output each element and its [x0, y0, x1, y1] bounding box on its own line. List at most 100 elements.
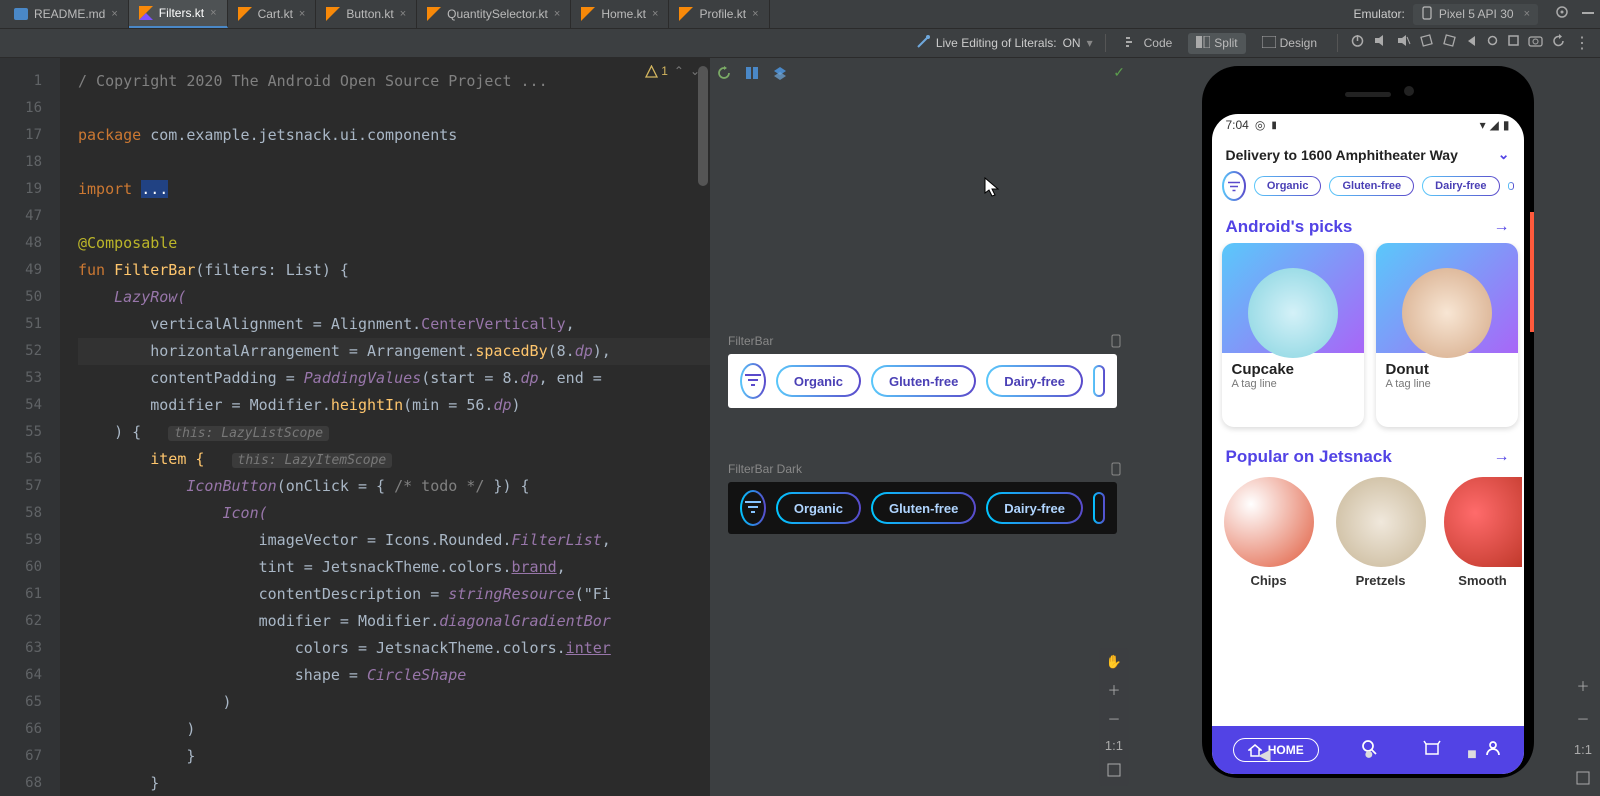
snack-card[interactable]: Cupcake A tag line	[1222, 243, 1364, 427]
vertical-scrollbar[interactable]	[698, 66, 708, 186]
zoom-in-icon[interactable]: ＋	[1107, 680, 1120, 699]
filter-chip[interactable]: Dairy-free	[986, 492, 1083, 524]
markdown-icon	[14, 7, 28, 21]
fit-icon[interactable]	[1107, 763, 1121, 780]
signal-icon: ◢	[1490, 118, 1499, 132]
view-code-button[interactable]: Code	[1118, 33, 1181, 54]
tab-label: Button.kt	[346, 7, 393, 21]
popular-carousel[interactable]: Chips Pretzels Smooth	[1212, 473, 1524, 596]
filter-chip[interactable]: Gluten-free	[871, 492, 976, 524]
live-editing-toggle[interactable]: Live Editing of Literals: ON ▾	[916, 35, 1093, 52]
rotate-left-icon[interactable]	[1419, 33, 1434, 53]
device-icon[interactable]	[1109, 334, 1123, 348]
delivery-address-selector[interactable]: Delivery to 1600 Amphitheater Way ⌄	[1212, 136, 1524, 171]
close-icon[interactable]: ×	[1524, 8, 1530, 20]
section-header-picks[interactable]: Android's picks →	[1212, 211, 1524, 243]
filter-chip-partial[interactable]	[1093, 365, 1105, 397]
device-frame: 7:04 ◎ ▮ ▾ ◢ ▮ Delivery to 1600 Amphithe…	[1202, 66, 1534, 778]
code-editor[interactable]: 1161718194748495051525354555657585960616…	[0, 58, 710, 796]
home-nav-icon[interactable]	[1486, 34, 1499, 52]
device-icon[interactable]	[1109, 462, 1123, 476]
filter-chip[interactable]: Organic	[776, 492, 861, 524]
power-icon[interactable]	[1350, 33, 1365, 53]
snack-card[interactable]: Donut A tag line	[1376, 243, 1518, 427]
zoom-11-button[interactable]: 1:1	[1574, 742, 1592, 757]
android-nav-buttons: ◀ ● ■	[1212, 740, 1524, 770]
zoom-out-icon[interactable]: －	[1576, 709, 1589, 728]
filter-chip[interactable]: Gluten-free	[1329, 176, 1414, 196]
tab-home[interactable]: Home.kt ×	[571, 0, 669, 28]
tab-label: QuantitySelector.kt	[447, 7, 548, 21]
arrow-right-icon[interactable]: →	[1494, 218, 1510, 236]
editor-tab-bar: README.md × Filters.kt × Cart.kt × Butto…	[0, 0, 1600, 28]
filter-chip[interactable]: Gluten-free	[871, 365, 976, 397]
deploy-icon[interactable]	[744, 64, 762, 82]
zoom-in-icon[interactable]: ＋	[1576, 676, 1589, 695]
tab-quantity[interactable]: QuantitySelector.kt ×	[417, 0, 571, 28]
camera-icon[interactable]	[1528, 34, 1543, 52]
filterbar-preview-dark: Organic Gluten-free Dairy-free	[728, 482, 1117, 534]
tab-filters[interactable]: Filters.kt ×	[129, 0, 228, 28]
warning-count: 1	[661, 64, 668, 78]
snack-circle[interactable]: Chips	[1224, 477, 1314, 588]
code-icon	[1126, 36, 1140, 51]
filter-chip-partial[interactable]	[1093, 492, 1105, 524]
section-header-popular[interactable]: Popular on Jetsnack →	[1212, 441, 1524, 473]
refresh-icon[interactable]	[1551, 33, 1566, 53]
chevron-up-icon[interactable]: ⌃	[674, 64, 684, 78]
volume-down-icon[interactable]	[1396, 33, 1411, 53]
view-design-button[interactable]: Design	[1254, 33, 1325, 54]
tab-cart[interactable]: Cart.kt ×	[228, 0, 317, 28]
kotlin-icon	[326, 7, 340, 21]
gear-icon[interactable]	[1554, 4, 1570, 25]
fit-icon[interactable]	[1576, 771, 1590, 788]
filter-chip-partial[interactable]	[1508, 182, 1514, 190]
picks-carousel[interactable]: Cupcake A tag line Donut A tag line	[1212, 243, 1524, 441]
back-button[interactable]: ◀	[1258, 745, 1270, 765]
card-title: Cupcake	[1232, 361, 1354, 378]
filter-chip[interactable]: Organic	[776, 365, 861, 397]
snack-circle[interactable]: Smooth	[1448, 477, 1518, 588]
zoom-11-button[interactable]: 1:1	[1105, 738, 1123, 753]
live-editing-state: ON	[1063, 36, 1081, 50]
warnings-indicator[interactable]: 1	[645, 64, 668, 78]
tab-readme[interactable]: README.md ×	[4, 0, 129, 28]
filter-icon-button[interactable]	[1222, 171, 1246, 201]
filter-chip[interactable]: Dairy-free	[1422, 176, 1499, 196]
android-status-bar: 7:04 ◎ ▮ ▾ ◢ ▮	[1212, 114, 1524, 136]
circle-image	[1224, 477, 1314, 567]
refresh-icon[interactable]	[716, 64, 734, 82]
close-icon[interactable]: ×	[652, 8, 658, 20]
arrow-right-icon[interactable]: →	[1494, 448, 1510, 466]
volume-up-icon[interactable]	[1373, 33, 1388, 53]
filter-icon-button[interactable]	[740, 490, 766, 526]
close-icon[interactable]: ×	[111, 8, 117, 20]
filter-icon-button[interactable]	[740, 363, 766, 399]
emulator-device-selector[interactable]: Pixel 5 API 30 ×	[1413, 4, 1538, 25]
view-mode-label: Split	[1214, 36, 1237, 50]
pan-icon[interactable]: ✋	[1106, 654, 1122, 670]
close-icon[interactable]: ×	[752, 8, 758, 20]
tab-profile[interactable]: Profile.kt ×	[669, 0, 769, 28]
overview-button[interactable]: ■	[1467, 746, 1477, 764]
more-icon[interactable]: ⋮	[1574, 33, 1590, 53]
close-icon[interactable]: ×	[210, 7, 216, 19]
filter-chip[interactable]: Organic	[1254, 176, 1322, 196]
kotlin-icon	[238, 7, 252, 21]
back-nav-icon[interactable]	[1465, 34, 1478, 52]
home-button[interactable]: ●	[1364, 746, 1374, 764]
zoom-out-icon[interactable]: －	[1107, 709, 1120, 728]
rotate-right-icon[interactable]	[1442, 33, 1457, 53]
close-icon[interactable]: ×	[554, 8, 560, 20]
snack-circle[interactable]: Pretzels	[1336, 477, 1426, 588]
live-editing-label: Live Editing of Literals:	[936, 36, 1057, 50]
close-icon[interactable]: ×	[400, 8, 406, 20]
minimize-icon[interactable]	[1580, 4, 1596, 25]
view-split-button[interactable]: Split	[1188, 33, 1245, 54]
device-screen[interactable]: 7:04 ◎ ▮ ▾ ◢ ▮ Delivery to 1600 Amphithe…	[1212, 114, 1524, 774]
filter-chip[interactable]: Dairy-free	[986, 365, 1083, 397]
layers-icon[interactable]	[772, 64, 790, 82]
close-icon[interactable]: ×	[299, 8, 305, 20]
tab-button[interactable]: Button.kt ×	[316, 0, 417, 28]
overview-nav-icon[interactable]	[1507, 34, 1520, 52]
